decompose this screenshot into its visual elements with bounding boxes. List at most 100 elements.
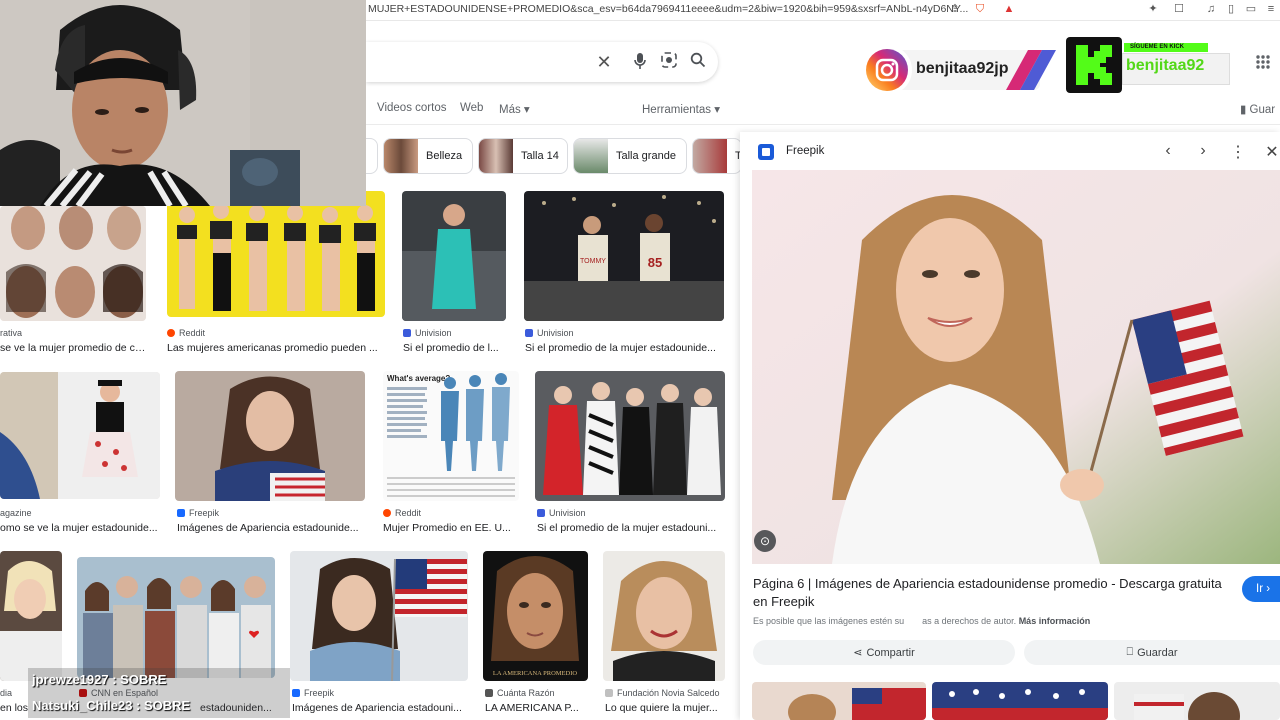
result-image[interactable] xyxy=(535,371,725,501)
result-image[interactable] xyxy=(603,551,725,681)
extension-icon[interactable]: ▲ xyxy=(1002,2,1016,16)
clear-icon[interactable]: ✕ xyxy=(594,52,614,72)
result-caption[interactable]: LA AMERICANA P... xyxy=(485,702,588,714)
chip-label: Belleza xyxy=(426,150,463,162)
cuanta-razon-icon xyxy=(485,689,493,697)
related-image[interactable] xyxy=(752,682,926,720)
chip-talla-14[interactable]: Talla 14 xyxy=(478,138,568,174)
more-options-icon[interactable]: ⋮ xyxy=(1228,142,1248,162)
music-icon[interactable]: ♫ xyxy=(1204,2,1218,16)
close-icon[interactable]: ✕ xyxy=(1262,142,1280,162)
visit-button[interactable]: Ir › xyxy=(1242,576,1280,602)
result-caption[interactable]: Si el promedio de la mujer estadouni... xyxy=(537,522,723,534)
related-image[interactable] xyxy=(1114,682,1280,720)
save-button[interactable]: ⎕ Guardar xyxy=(1024,640,1280,665)
preview-image[interactable] xyxy=(752,170,1280,564)
result-image[interactable]: TOMMY 85 xyxy=(524,191,724,321)
related-image[interactable] xyxy=(932,682,1108,720)
result-caption[interactable]: Si el promedio de la mujer estadounide..… xyxy=(525,342,720,354)
puzzle-icon[interactable]: ✦ xyxy=(1146,2,1160,16)
brave-shield-icon[interactable]: ⛉ xyxy=(973,2,987,16)
result-image[interactable] xyxy=(77,557,275,678)
search-box[interactable]: ✕ xyxy=(366,42,718,82)
previous-icon[interactable]: ‹ xyxy=(1158,142,1178,160)
tommy-runway-image: TOMMY 85 xyxy=(524,191,724,321)
instagram-banner: benjitaa92jp xyxy=(862,45,1058,95)
result-image[interactable] xyxy=(175,371,365,501)
freepik-icon xyxy=(758,144,774,160)
tab-web[interactable]: Web xyxy=(460,102,483,114)
share-icon[interactable]: ⇪ xyxy=(948,2,962,16)
tab-more[interactable]: Más ▾ xyxy=(499,102,530,116)
freepik-icon xyxy=(292,689,300,697)
average-infographic-image: What's average? xyxy=(383,371,519,501)
menu-icon[interactable]: ≡ xyxy=(1264,2,1278,16)
panel-title[interactable]: Página 6 | Imágenes de Apariencia estado… xyxy=(753,575,1233,611)
tab-short-videos[interactable]: Videos cortos xyxy=(377,102,446,114)
result-caption[interactable]: Imágenes de Apariencia estadouni... xyxy=(292,702,468,714)
lens-icon[interactable] xyxy=(659,52,679,72)
chat-text: SOBRE xyxy=(144,698,191,713)
copyright-notice: Es posible que las imágenes estén su as a… xyxy=(753,616,1091,626)
woman-american-flag-image xyxy=(752,170,1280,564)
kick-tag: SÍGUEME EN KICK xyxy=(1124,43,1208,52)
apps-grid-icon[interactable] xyxy=(1255,54,1271,70)
result-source: Fundación Novia Salcedo xyxy=(605,688,720,698)
sidebar-icon[interactable]: ▯ xyxy=(1224,2,1238,16)
result-image[interactable]: What's average? xyxy=(383,371,519,501)
chip-thumbnail xyxy=(574,139,608,173)
result-source: Cuánta Razón xyxy=(485,688,555,698)
result-source: Univision xyxy=(403,328,452,338)
freepik-icon xyxy=(177,509,185,517)
wallet-icon[interactable]: ▭ xyxy=(1244,2,1258,16)
fundacion-icon xyxy=(605,689,613,697)
univision-icon xyxy=(403,329,411,337)
women-group-event-image xyxy=(535,371,725,501)
result-source: Reddit xyxy=(383,508,421,518)
result-caption[interactable]: omo se ve la mujer estadounide... xyxy=(0,522,160,534)
woman-flag-shirt-image xyxy=(175,371,365,501)
tommy-text: TOMMY xyxy=(580,258,606,265)
tools-button[interactable]: Herramientas ▾ xyxy=(642,102,720,116)
bookmark-icon: ⎕ xyxy=(1126,646,1134,658)
chip-belleza[interactable]: Belleza xyxy=(383,138,473,174)
result-caption[interactable]: Imágenes de Apariencia estadounide... xyxy=(177,522,365,534)
chip-talla-grande[interactable]: Talla grande xyxy=(573,138,687,174)
chat-user: Natsuki_Chile23 xyxy=(32,698,133,713)
address-bar[interactable]: MUJER+ESTADOUNIDENSE+PROMEDIO&sca_esv=b6… xyxy=(366,0,1280,21)
saved-button[interactable]: ▮ Guar xyxy=(1240,102,1275,116)
result-caption[interactable]: se ve la mujer promedio de cad... xyxy=(0,342,150,354)
bookmark-icon[interactable]: ☐ xyxy=(1172,2,1186,16)
infographic-title: What's average? xyxy=(387,374,450,383)
chip-partial-right[interactable]: Ta xyxy=(692,138,742,174)
result-caption[interactable]: Si el promedio de l... xyxy=(403,342,505,354)
result-image[interactable] xyxy=(0,551,62,681)
microphone-icon[interactable] xyxy=(630,52,650,72)
result-image[interactable] xyxy=(402,191,506,321)
chip-label: Talla 14 xyxy=(521,150,559,162)
result-caption[interactable]: Lo que quiere la mujer... xyxy=(605,702,725,714)
visit-label: Ir xyxy=(1256,583,1264,595)
result-image[interactable]: LA AMERICANA PROMEDIO xyxy=(483,551,588,681)
result-caption[interactable]: Las mujeres americanas promedio pueden .… xyxy=(167,342,382,354)
chat-message: Natsuki_Chile23 : SOBRE xyxy=(32,698,191,713)
result-source: Freepik xyxy=(177,508,219,518)
share-button[interactable]: ⋖ Compartir xyxy=(753,640,1015,665)
streamer-webcam xyxy=(0,0,366,206)
result-caption[interactable]: Mujer Promedio en EE. U... xyxy=(383,522,518,534)
average-american-face-image: LA AMERICANA PROMEDIO xyxy=(483,551,588,681)
result-image[interactable] xyxy=(0,372,160,499)
lens-search-icon[interactable]: ⊙ xyxy=(754,530,776,552)
result-image[interactable] xyxy=(0,206,146,321)
result-image[interactable] xyxy=(290,551,468,681)
chip-label: Talla grande xyxy=(616,150,676,162)
result-source: Univision xyxy=(525,328,574,338)
univision-icon xyxy=(525,329,533,337)
women-yellow-background-image xyxy=(167,191,385,317)
more-info-link[interactable]: Más información xyxy=(1019,616,1091,626)
reddit-icon xyxy=(167,329,175,337)
search-icon[interactable] xyxy=(688,52,708,72)
result-image[interactable] xyxy=(167,191,385,317)
chip-thumbnail xyxy=(479,139,513,173)
next-icon[interactable]: › xyxy=(1193,142,1213,160)
